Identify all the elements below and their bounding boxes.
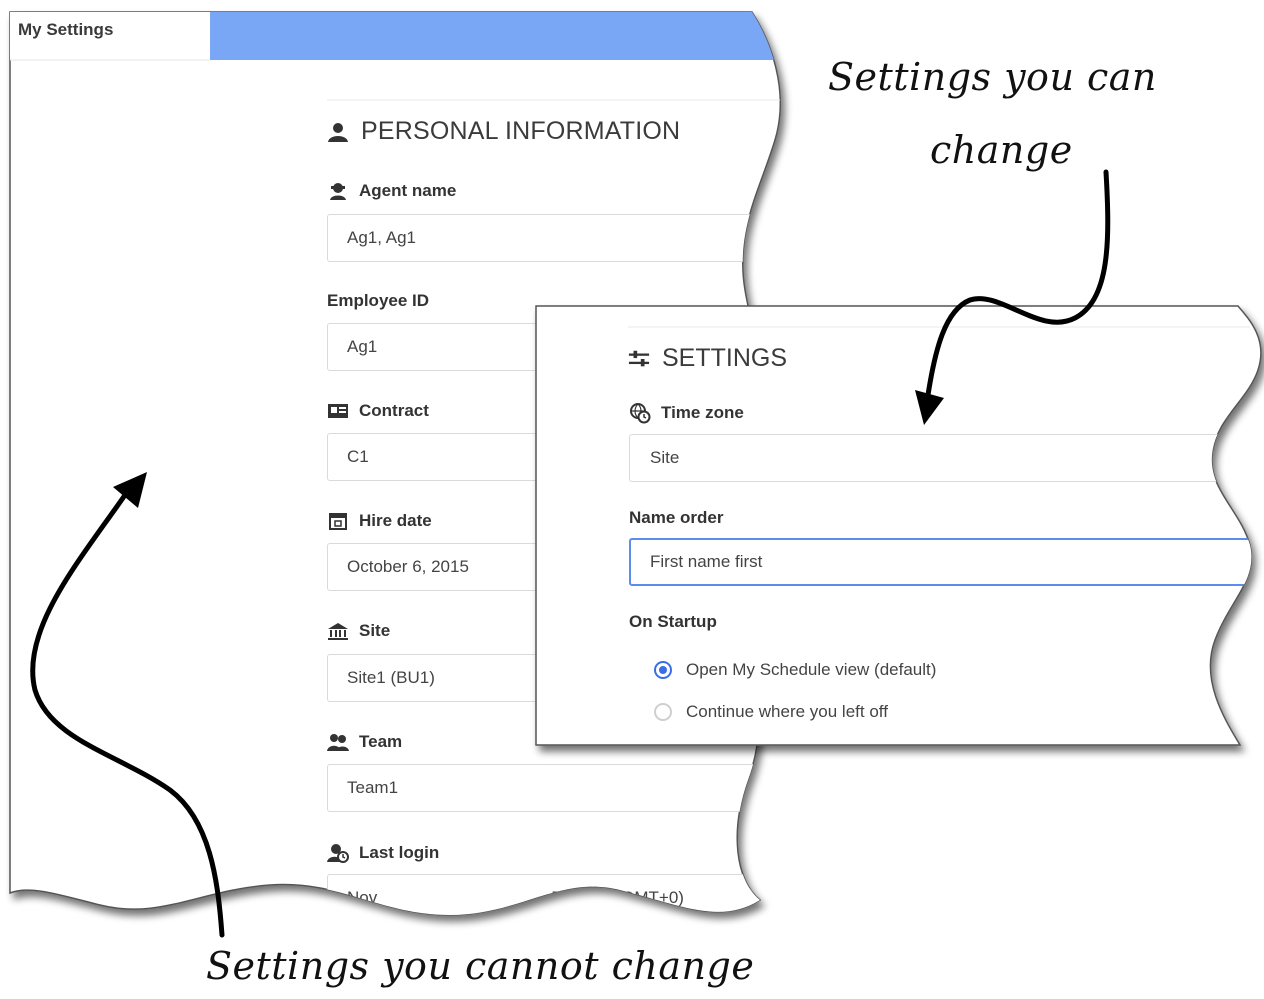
annotation-can-change-line1: Settings you can xyxy=(828,55,1157,99)
annotation-cannot-change: Settings you cannot change xyxy=(206,944,755,988)
arrow-cannot-change xyxy=(30,492,225,938)
annotation-arrows xyxy=(30,169,1111,938)
arrow-can-change xyxy=(925,169,1111,398)
annotation-can-change-line2: change xyxy=(930,128,1073,172)
arrowhead-can-change xyxy=(915,390,944,425)
